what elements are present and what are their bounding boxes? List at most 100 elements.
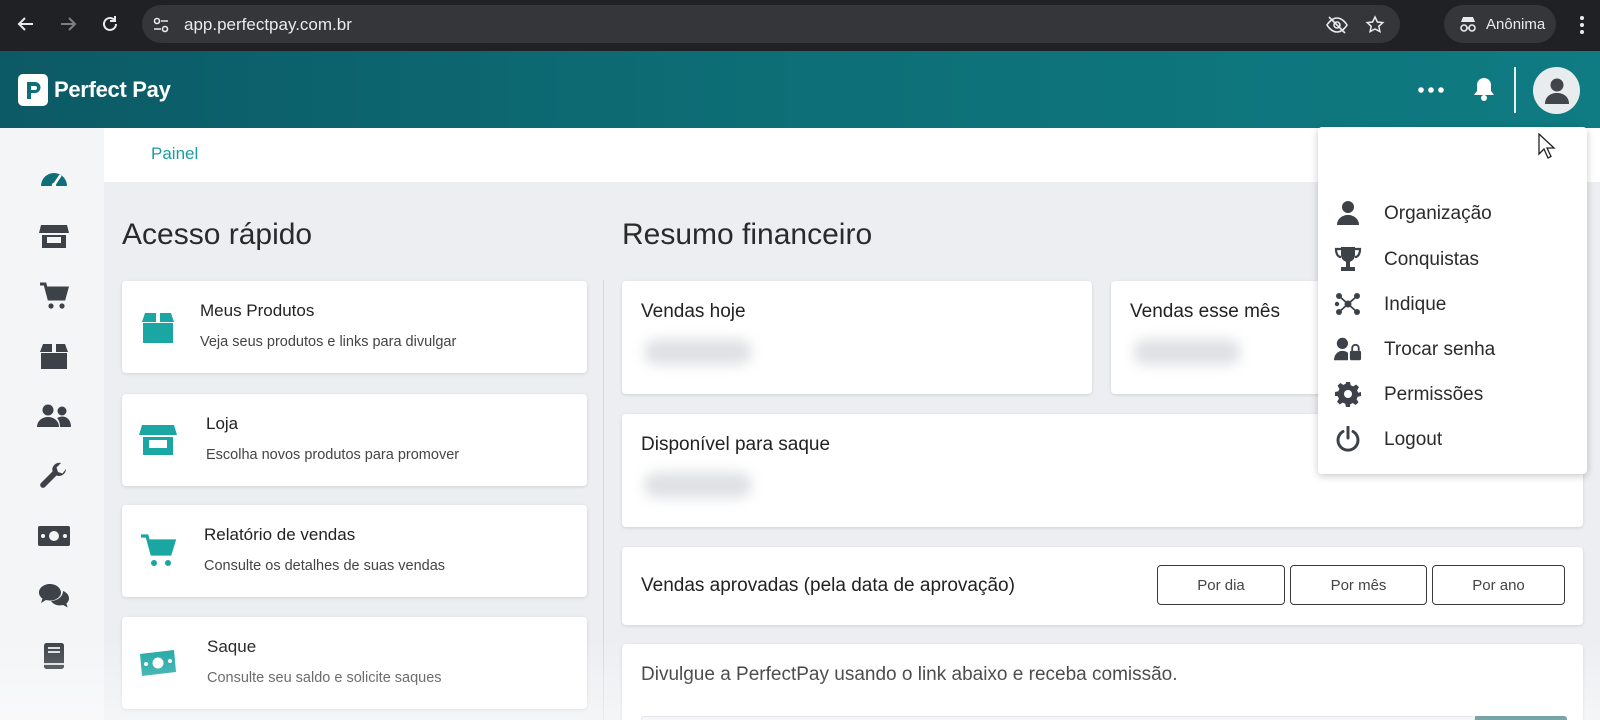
per-year-button[interactable]: Por ano (1432, 565, 1565, 605)
card-description: Escolha novos produtos para promover (206, 447, 460, 463)
site-settings-icon[interactable] (150, 14, 172, 36)
bookmark-star-icon[interactable] (1364, 14, 1386, 36)
bell-icon (1474, 78, 1494, 101)
header-divider (1514, 67, 1516, 113)
card-description: Consulte os detalhes de suas vendas (204, 558, 446, 574)
store-icon (39, 225, 69, 248)
box-icon (138, 307, 178, 347)
card-title: Disponível para saque (641, 434, 831, 455)
wrench-icon (40, 462, 66, 488)
copy-link-button[interactable] (1475, 716, 1567, 720)
users-icon (37, 404, 71, 427)
menu-item-refer[interactable]: Indique (1318, 284, 1587, 324)
chat-icon (39, 584, 69, 608)
forward-button[interactable] (53, 9, 83, 39)
menu-item-label: Logout (1384, 429, 1443, 450)
menu-item-change-password[interactable]: Trocar senha (1318, 329, 1587, 369)
sidebar-item-finance[interactable] (36, 518, 72, 554)
user-avatar-button[interactable] (1533, 67, 1580, 114)
card-title: Vendas esse mês (1130, 301, 1280, 322)
column-divider (603, 280, 604, 720)
money-icon (38, 526, 70, 546)
card-description: Consulte seu saldo e solicite saques (207, 670, 442, 686)
card-description: Veja seus produtos e links para divulgar (200, 334, 457, 350)
gear-icon (1334, 380, 1362, 408)
card-title: Saque (207, 637, 257, 656)
hidden-value (644, 339, 752, 365)
back-button[interactable] (11, 9, 41, 39)
box-icon (40, 344, 68, 369)
browser-menu-button[interactable] (1572, 12, 1592, 38)
menu-item-label: Conquistas (1384, 249, 1480, 270)
more-options-button[interactable] (1416, 76, 1446, 104)
per-day-button[interactable]: Por dia (1157, 565, 1285, 605)
menu-item-label: Permissões (1384, 384, 1484, 405)
sidebar (0, 128, 104, 720)
quick-access-card-store[interactable]: Loja Escolha novos produtos para promove… (122, 394, 587, 486)
card-title: Vendas hoje (641, 301, 746, 322)
sidebar-item-docs[interactable] (36, 638, 72, 674)
menu-item-label: Indique (1384, 294, 1447, 315)
network-icon (1334, 290, 1362, 318)
quick-access-title: Acesso rápido (122, 218, 313, 251)
referral-card: Divulgue a PerfectPay usando o link abai… (622, 644, 1583, 720)
per-month-button[interactable]: Por mês (1290, 565, 1427, 605)
avatar-user-icon (1544, 78, 1569, 104)
quick-access-card-products[interactable]: Meus Produtos Veja seus produtos e links… (122, 281, 587, 373)
logo-text: Perfect Pay (54, 77, 171, 102)
sidebar-item-affiliates[interactable] (36, 398, 72, 434)
menu-item-permissions[interactable]: Permissões (1318, 374, 1587, 414)
sales-today-card: Vendas hoje (622, 281, 1092, 394)
card-title: Meus Produtos (200, 301, 315, 320)
money-icon (138, 643, 178, 683)
quick-access-card-withdraw[interactable]: Saque Consulte seu saldo e solicite saqu… (122, 617, 587, 709)
cart-icon (138, 531, 178, 571)
app-header: Perfect Pay (0, 51, 1600, 128)
quick-access-card-sales-report[interactable]: Relatório de vendas Consulte os detalhes… (122, 505, 587, 597)
sidebar-item-sales[interactable] (36, 278, 72, 314)
url-text: app.perfectpay.com.br (184, 15, 352, 34)
hidden-value (1133, 339, 1241, 365)
sidebar-item-store[interactable] (36, 218, 72, 254)
card-title: Vendas aprovadas (pela data de aprovação… (641, 575, 1015, 596)
menu-item-label: Trocar senha (1384, 339, 1496, 360)
hidden-value (644, 472, 752, 498)
user-menu-dropdown: Organização Conquistas Indique Trocar se… (1318, 127, 1587, 474)
more-dots-icon (1418, 87, 1444, 93)
menu-item-logout[interactable]: Logout (1318, 419, 1587, 459)
speedometer-icon (41, 173, 67, 188)
finance-title: Resumo financeiro (622, 218, 873, 251)
user-icon (1334, 199, 1362, 227)
notifications-button[interactable] (1470, 74, 1498, 104)
sidebar-item-dashboard[interactable] (36, 158, 72, 194)
logo-icon (18, 74, 48, 106)
reload-icon (103, 16, 117, 31)
card-title: Relatório de vendas (204, 525, 356, 544)
power-icon (1334, 425, 1362, 453)
browser-toolbar: app.perfectpay.com.br Anônima (0, 0, 1600, 51)
forward-arrow-icon (61, 17, 77, 31)
menu-item-label: Organização (1384, 203, 1492, 224)
approved-sales-card: Vendas aprovadas (pela data de aprovação… (622, 547, 1583, 625)
incognito-icon (1460, 17, 1476, 32)
breadcrumb[interactable]: Painel (151, 144, 198, 164)
sidebar-item-tools[interactable] (36, 458, 72, 494)
reload-button[interactable] (95, 9, 125, 39)
menu-item-organization[interactable]: Organização (1318, 193, 1587, 233)
cart-icon (40, 282, 69, 309)
referral-link-input[interactable] (641, 716, 1475, 720)
eye-off-icon[interactable] (1326, 14, 1348, 36)
user-lock-icon (1334, 335, 1362, 363)
sidebar-item-products[interactable] (36, 338, 72, 374)
sidebar-item-support[interactable] (36, 578, 72, 614)
store-icon (138, 420, 178, 460)
incognito-badge[interactable]: Anônima (1444, 5, 1556, 43)
mouse-cursor-icon (1538, 133, 1556, 159)
address-bar[interactable]: app.perfectpay.com.br (142, 5, 1400, 43)
card-title: Loja (206, 414, 239, 433)
back-arrow-icon (17, 17, 33, 31)
referral-text: Divulgue a PerfectPay usando o link abai… (641, 664, 1178, 685)
menu-item-achievements[interactable]: Conquistas (1318, 239, 1587, 279)
trophy-icon (1334, 245, 1362, 273)
book-icon (44, 643, 64, 669)
